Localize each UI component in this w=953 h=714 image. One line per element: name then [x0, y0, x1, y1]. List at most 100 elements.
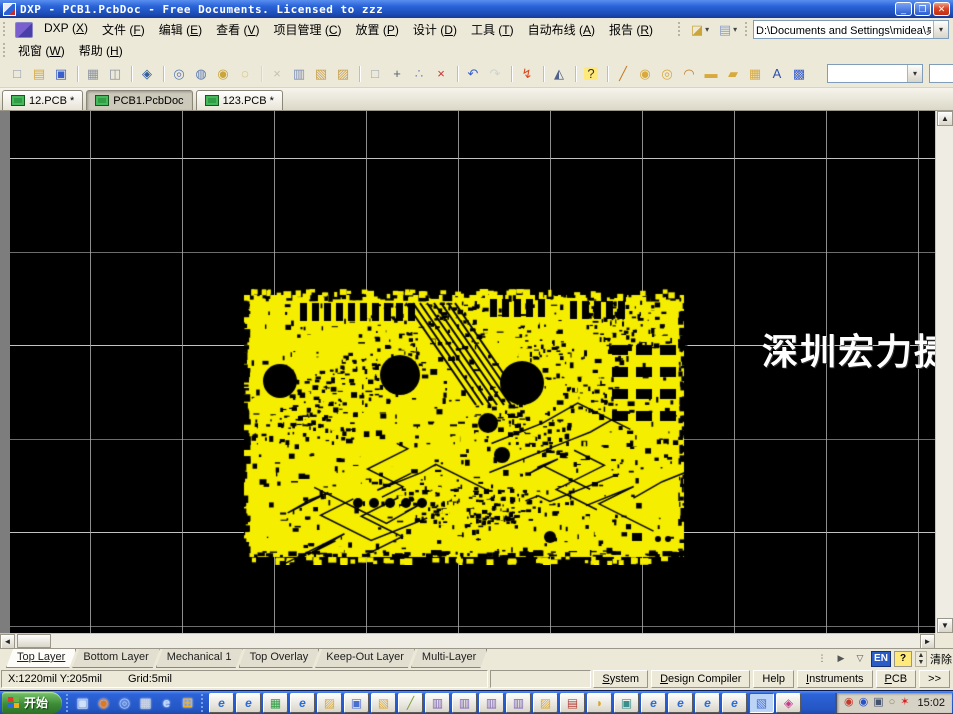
- place-pad-button[interactable]: ◉: [634, 63, 656, 85]
- zoom-in-button[interactable]: ◉: [212, 63, 234, 85]
- layer-tab-top[interactable]: Top Layer: [6, 649, 76, 668]
- taskbar-ie-7[interactable]: e: [722, 693, 747, 713]
- menu-item[interactable]: 查看 (V): [209, 19, 266, 40]
- taskbar-ie-5[interactable]: e: [668, 693, 693, 713]
- taskbar-app-w-3[interactable]: ▥: [479, 693, 504, 713]
- menu-item[interactable]: 视窗 (W): [11, 40, 72, 61]
- taskbar-picture[interactable]: ▣: [344, 693, 369, 713]
- find-similar-button[interactable]: ◭: [548, 63, 570, 85]
- toolbar-combo-1[interactable]: [827, 64, 923, 83]
- doc-tab-123pcb[interactable]: 123.PCB *: [196, 90, 283, 110]
- layer-tab-multi[interactable]: Multi-Layer: [411, 649, 487, 668]
- taskbar-colorful-app[interactable]: ◈: [776, 693, 801, 713]
- undo-button[interactable]: ↶: [462, 63, 484, 85]
- taskbar-app-w-1[interactable]: ▥: [425, 693, 450, 713]
- calculator-button[interactable]: ▦: [136, 693, 155, 712]
- scrollbar-thumb[interactable]: [17, 634, 51, 648]
- new-document-button[interactable]: □: [6, 63, 28, 85]
- toolbar-combo-1-input[interactable]: [828, 68, 907, 80]
- save-button[interactable]: ▣: [50, 63, 72, 85]
- toolbar-combo-2-input[interactable]: [930, 68, 953, 80]
- dxp-logo-icon[interactable]: [15, 22, 33, 38]
- doc-tab-12pcb[interactable]: 12.PCB *: [2, 90, 83, 110]
- volume-blocked-icon[interactable]: ◉: [844, 697, 854, 708]
- move-object-button[interactable]: +: [386, 63, 408, 85]
- network-icon[interactable]: ▣: [873, 697, 883, 708]
- taskbar-ie-6[interactable]: e: [695, 693, 720, 713]
- cut-button[interactable]: ×: [266, 63, 288, 85]
- pcb-editor-view[interactable]: 深圳宏力捷: [0, 111, 935, 633]
- minimize-button[interactable]: _: [895, 2, 912, 16]
- layer-tab-bottom[interactable]: Bottom Layer: [72, 649, 159, 668]
- layer-tab-keepout[interactable]: Keep-Out Layer: [315, 649, 415, 668]
- scroll-right-icon[interactable]: ►: [920, 634, 935, 649]
- menu-item[interactable]: 项目管理 (C): [267, 19, 349, 40]
- menu-item[interactable]: 编辑 (E): [152, 19, 209, 40]
- filter-icon[interactable]: ▽: [852, 651, 868, 667]
- taskbar-ie-4[interactable]: e: [641, 693, 666, 713]
- spin-control[interactable]: ▲▼: [915, 651, 927, 667]
- messenger-button[interactable]: ◎: [115, 693, 134, 712]
- select-area-button[interactable]: □: [364, 63, 386, 85]
- menu-item[interactable]: 帮助 (H): [72, 40, 130, 61]
- doc-tab-pcb1[interactable]: PCB1.PcbDoc: [86, 90, 192, 110]
- place-line-button[interactable]: ╱: [612, 63, 634, 85]
- print-button[interactable]: ▦: [82, 63, 104, 85]
- snap-indicator-icon[interactable]: ⋮: [814, 651, 830, 667]
- taskbar-editor[interactable]: ╱: [398, 693, 423, 713]
- path-input[interactable]: [754, 24, 933, 36]
- place-via-button[interactable]: ◎: [656, 63, 678, 85]
- panel-instruments-button[interactable]: Instruments: [797, 670, 872, 688]
- taskbar-ie-1[interactable]: e: [209, 693, 234, 713]
- interactive-routing-button[interactable]: ↯: [516, 63, 538, 85]
- zoom-selection-button[interactable]: ◌: [234, 63, 256, 85]
- language-indicator[interactable]: EN: [871, 651, 891, 667]
- media-player-button[interactable]: ◉: [94, 693, 113, 712]
- place-array-button[interactable]: ▦: [744, 63, 766, 85]
- clear-mask-button[interactable]: 清除: [930, 651, 952, 667]
- taskbar-app-w-2[interactable]: ▥: [452, 693, 477, 713]
- zoom-area-button[interactable]: ◍: [190, 63, 212, 85]
- restore-button[interactable]: ❐: [914, 2, 931, 16]
- menu-item[interactable]: 设计 (D): [406, 19, 464, 40]
- clear-selection-button[interactable]: ×: [430, 63, 452, 85]
- layer-stack-button[interactable]: ◈: [136, 63, 158, 85]
- combo-dropdown-icon[interactable]: [933, 21, 948, 38]
- menu-item[interactable]: 报告 (R): [602, 19, 660, 40]
- panel-more-button[interactable]: >>: [919, 670, 950, 688]
- taskbar-folder-1[interactable]: ▨: [317, 693, 342, 713]
- help-icon[interactable]: ?: [894, 651, 912, 667]
- place-arc-button[interactable]: ◠: [678, 63, 700, 85]
- report-tools-button[interactable]: ◪: [687, 20, 713, 40]
- paste-button[interactable]: ▧: [310, 63, 332, 85]
- redo-button[interactable]: ↷: [484, 63, 506, 85]
- panel-help-button[interactable]: Help: [753, 670, 794, 688]
- copy-button[interactable]: ▥: [288, 63, 310, 85]
- menu-item[interactable]: 文件 (F): [95, 19, 152, 40]
- taskbar-folder-open[interactable]: ▧: [371, 693, 396, 713]
- menu-item[interactable]: 工具 (T): [464, 19, 521, 40]
- panel-system-button[interactable]: System: [593, 670, 648, 688]
- menu-item[interactable]: 放置 (P): [349, 19, 406, 40]
- start-button[interactable]: 开始: [2, 692, 62, 714]
- show-desktop-button[interactable]: ▣: [73, 693, 92, 712]
- panel-pcb-button[interactable]: PCB: [876, 670, 917, 688]
- taskbar-books[interactable]: ▤: [560, 693, 585, 713]
- light-bulb-icon[interactable]: ○: [889, 697, 896, 708]
- clock[interactable]: 15:02: [917, 697, 945, 709]
- panel-design-compiler-button[interactable]: Design Compiler: [651, 670, 750, 688]
- close-button[interactable]: ✕: [933, 2, 950, 16]
- path-combo[interactable]: [753, 20, 949, 39]
- layer-tab-overlay[interactable]: Top Overlay: [239, 649, 320, 668]
- toolbar-combo-2[interactable]: [929, 64, 953, 83]
- menu-item[interactable]: DXP (X): [37, 19, 95, 40]
- windows-update-button[interactable]: ⊞: [178, 693, 197, 712]
- pcb-copper-artwork[interactable]: [240, 287, 688, 565]
- place-polygon-button[interactable]: ▰: [722, 63, 744, 85]
- layer-tab-mech1[interactable]: Mechanical 1: [156, 649, 243, 668]
- zoom-document-button[interactable]: ◎: [168, 63, 190, 85]
- place-string-button[interactable]: A: [766, 63, 788, 85]
- horizontal-scrollbar[interactable]: ◄ ►: [0, 633, 935, 648]
- taskbar-sheet[interactable]: ▦: [263, 693, 288, 713]
- taskbar-ie-2[interactable]: e: [236, 693, 261, 713]
